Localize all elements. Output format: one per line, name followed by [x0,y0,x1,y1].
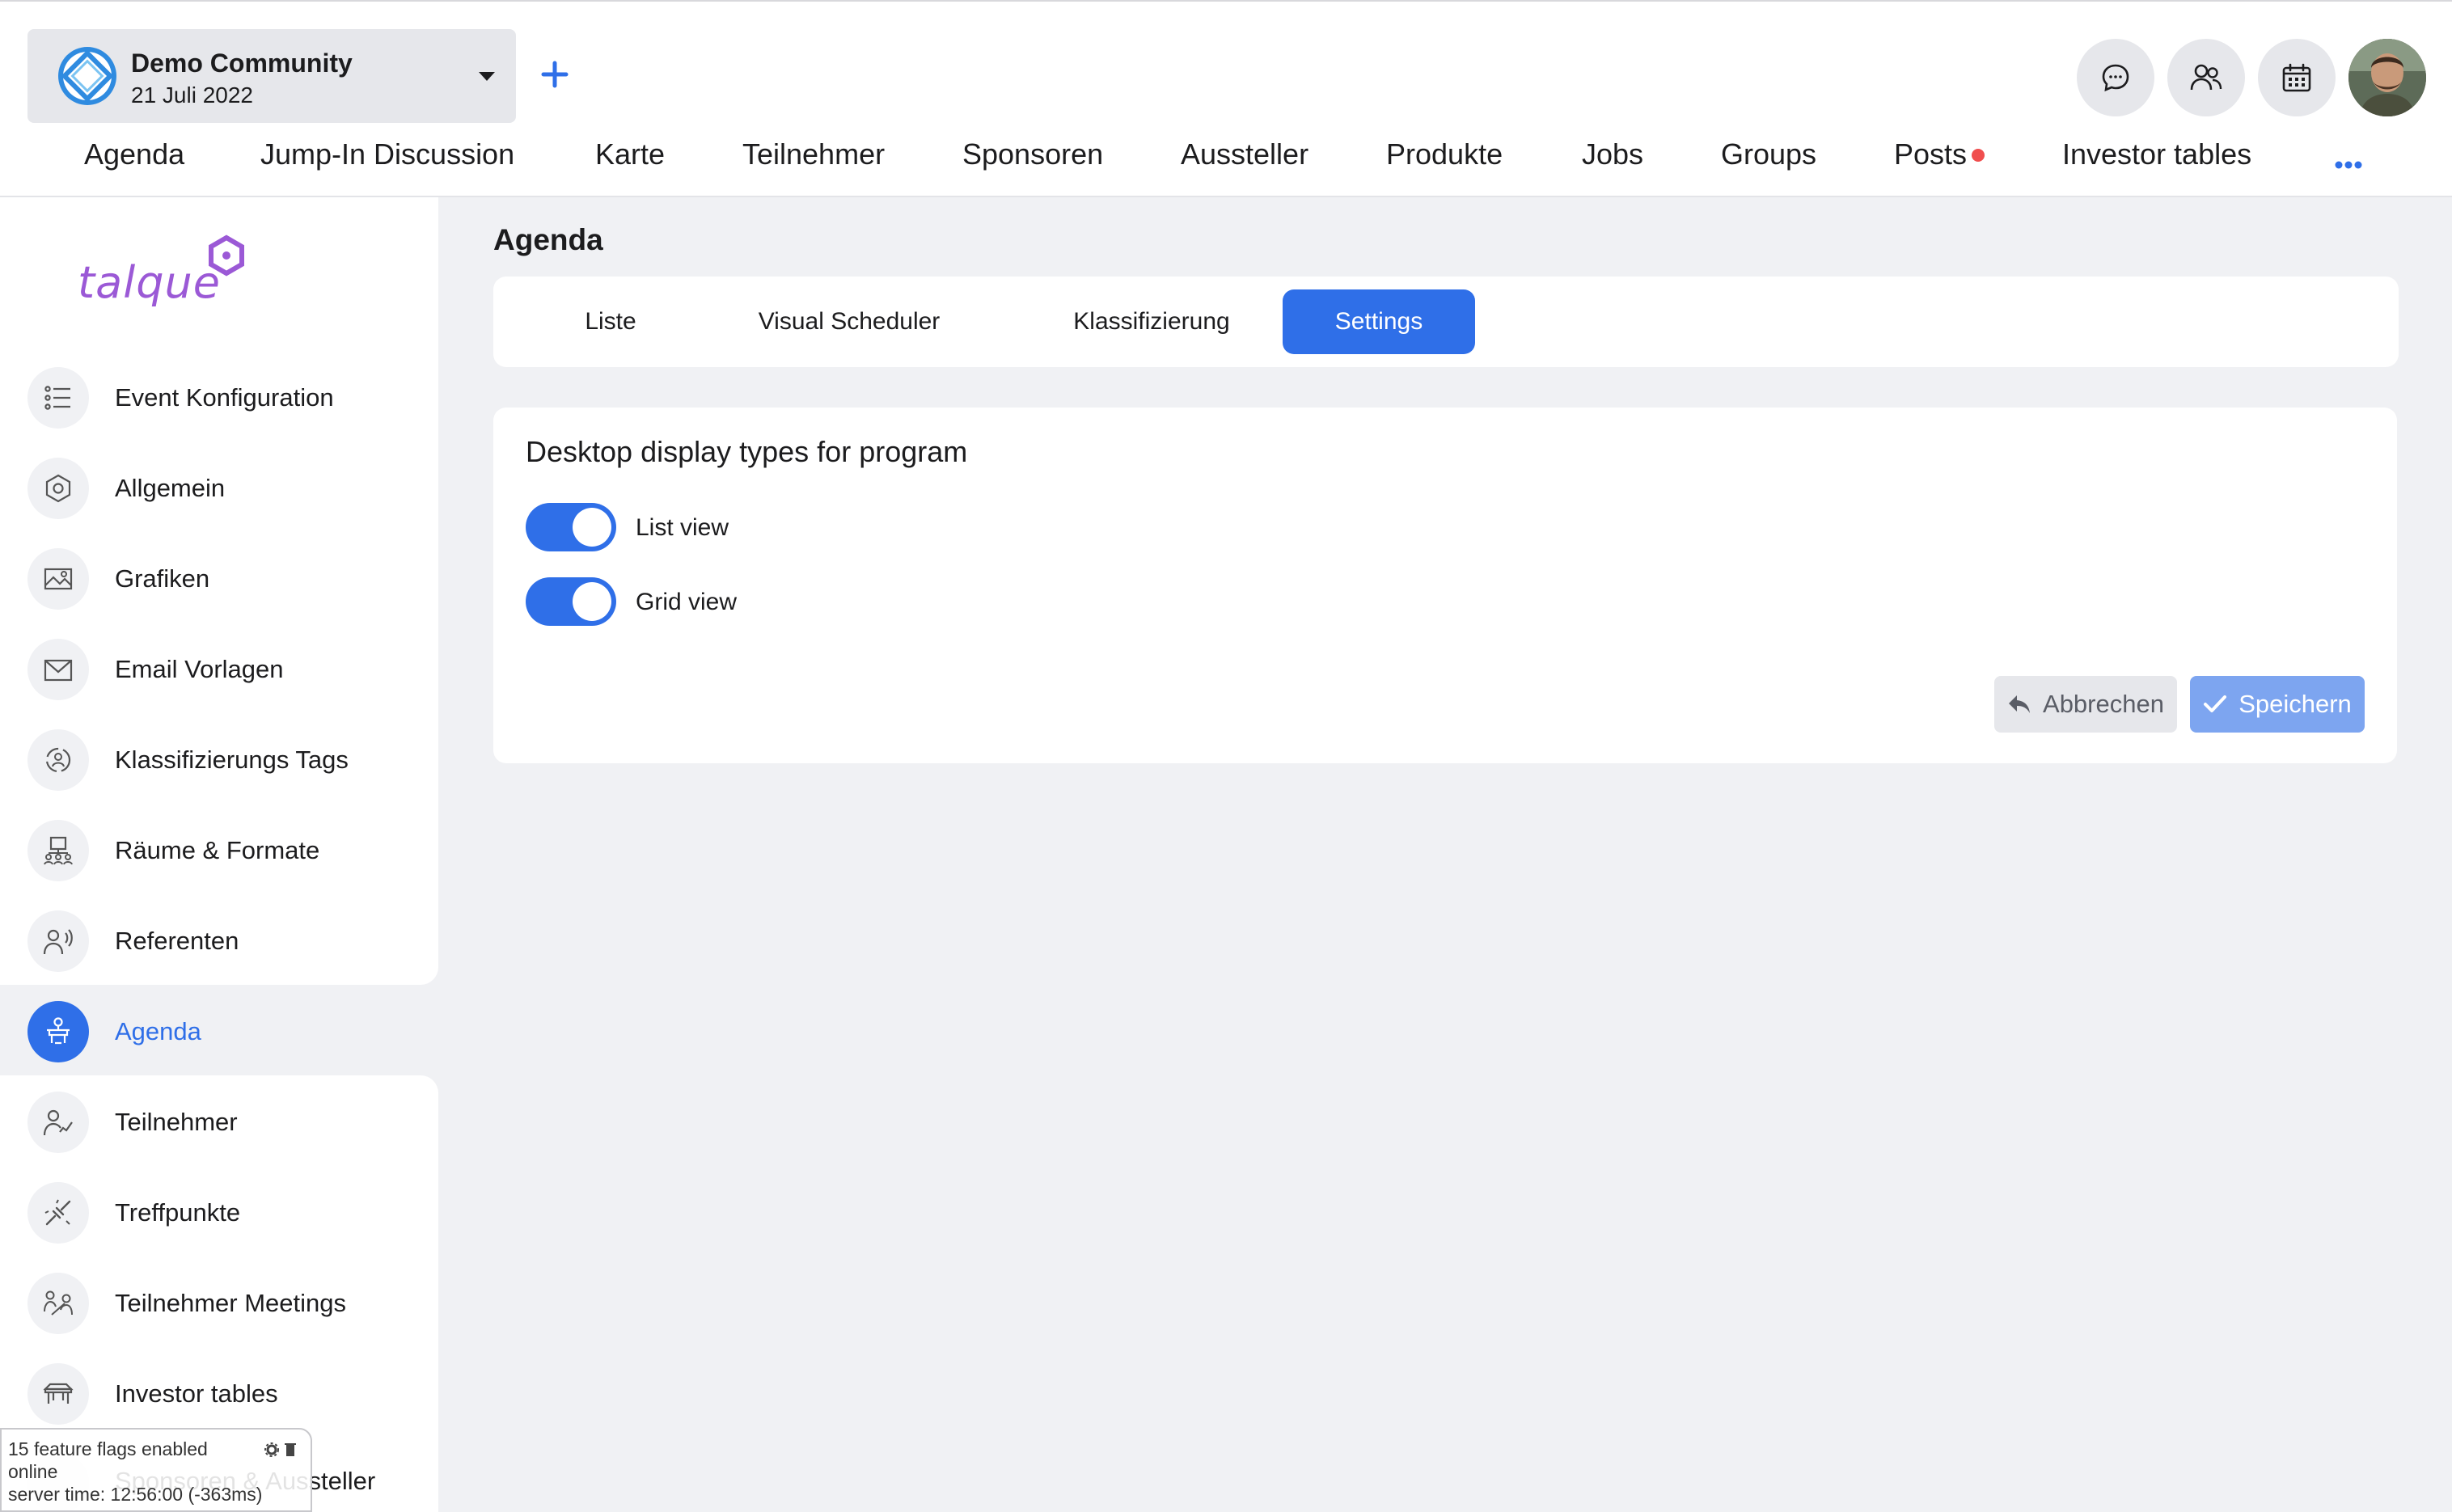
sidebar-item-label: Räume & Formate [115,836,320,864]
nav-item-jump-in[interactable]: Jump-In Discussion [260,137,514,171]
community-selector[interactable]: Demo Community 21 Juli 2022 [27,29,516,123]
sidebar-item-agenda[interactable]: Agenda [27,999,432,1064]
tab-settings[interactable]: Settings [1283,289,1475,354]
toggle-knob [573,508,611,547]
people-icon [2190,64,2222,91]
save-button[interactable]: Speichern [2190,676,2365,733]
sidebar-item-label: Referenten [115,927,239,955]
server-time: server time: 12:56:00 (-363ms) [8,1484,263,1505]
sidebar-item-label: Treffpunkte [115,1198,241,1227]
sidebar-item-raeume-formate[interactable]: Räume & Formate [27,818,432,883]
grid-view-label: Grid view [636,589,738,615]
tab-liste[interactable]: Liste [534,289,687,354]
sidebar-item-label: Investor tables [115,1379,278,1408]
nav-item-sponsoren[interactable]: Sponsoren [962,137,1103,171]
chat-button[interactable] [2077,39,2154,116]
sidebar-item-grafiken[interactable]: Grafiken [27,547,432,611]
sidebar-item-teilnehmer-meetings[interactable]: Teilnehmer Meetings [27,1271,432,1336]
nav-item-investor-tables[interactable]: Investor tables [2062,137,2251,171]
sidebar-item-label: Teilnehmer Meetings [115,1289,347,1317]
calendar-button[interactable] [2258,39,2336,116]
grid-view-toggle[interactable] [526,577,616,626]
rooms-icon [44,836,73,865]
feature-flags-text: 15 feature flags enabled [8,1438,208,1459]
sidebar-item-email-vorlagen[interactable]: Email Vorlagen [27,637,432,702]
chevron-down-icon[interactable] [474,63,500,89]
tab-visual-scheduler[interactable]: Visual Scheduler [728,289,970,354]
community-name: Demo Community [131,49,353,78]
sidebar-item-referenten[interactable]: Referenten [27,909,432,974]
sidebar-item-teilnehmer[interactable]: Teilnehmer [27,1090,432,1155]
check-icon [2204,695,2227,712]
page-title: Agenda [493,223,603,256]
more-icon[interactable] [2334,160,2363,170]
connection-status: online [8,1461,58,1482]
toggle-knob [573,582,611,621]
feature-flags-overlay[interactable]: 15 feature flags enabled online server t… [0,1428,312,1512]
list-view-label: List view [636,514,729,541]
nav-item-agenda[interactable]: Agenda [84,137,184,171]
hexagon-settings-icon [45,474,71,503]
nav-item-groups[interactable]: Groups [1721,137,1816,171]
nav-item-produkte[interactable]: Produkte [1386,137,1503,171]
community-date: 21 Juli 2022 [131,82,254,108]
meeting-point-icon [44,1199,71,1226]
user-avatar[interactable] [2348,39,2426,116]
nav-item-teilnehmer[interactable]: Teilnehmer [742,137,885,171]
save-button-label: Speichern [2239,690,2352,718]
sidebar-item-allgemein[interactable]: Allgemein [27,456,432,521]
cancel-button[interactable]: Abbrechen [1994,676,2177,733]
tab-bar: Liste Visual Scheduler Klassifizierung S… [493,277,2399,367]
people-button[interactable] [2167,39,2245,116]
agenda-icon [47,1017,70,1045]
tab-klassifizierung[interactable]: Klassifizierung [1030,289,1273,354]
talque-logo: talque [76,230,262,310]
sidebar-item-label: Event Konfiguration [115,383,334,412]
notification-dot [1972,149,1985,162]
calendar-icon [2282,63,2311,92]
tags-icon [45,747,71,773]
sidebar-item-label: Klassifizierungs Tags [115,745,349,774]
avatar-photo-icon [2348,39,2426,116]
talque-logo-text: talque [78,257,221,308]
community-logo-icon [58,47,116,105]
nav-item-posts[interactable]: Posts [1894,137,1967,171]
table-icon [43,1383,74,1404]
sidebar-item-label: Allgemein [115,474,226,502]
sidebar-item-investor-tables[interactable]: Investor tables [27,1362,432,1426]
nav-item-jobs[interactable]: Jobs [1582,137,1643,171]
image-icon [44,568,73,590]
list-view-toggle[interactable] [526,503,616,551]
sidebar-item-label: Grafiken [115,564,210,593]
gear-trash-icon[interactable] [264,1441,299,1459]
cancel-button-label: Abbrechen [2043,690,2164,718]
nav-item-aussteller[interactable]: Aussteller [1181,137,1308,171]
plus-icon[interactable] [539,58,571,91]
mail-icon [44,659,73,682]
sidebar-item-klassifizierungs-tags[interactable]: Klassifizierungs Tags [27,728,432,792]
sidebar-item-treffpunkte[interactable]: Treffpunkte [27,1180,432,1245]
list-icon [44,386,70,410]
sidebar-item-label: Agenda [115,1017,201,1045]
participant-icon [43,1109,73,1136]
card-title: Desktop display types for program [526,435,968,468]
sidebar-item-label: Teilnehmer [115,1108,238,1136]
reply-arrow-icon [2009,695,2031,713]
top-bar: Demo Community 21 Juli 2022 Agenda Jump-… [0,0,2452,197]
settings-card: Desktop display types for program List v… [493,408,2397,763]
meetings-icon [44,1290,73,1316]
speaker-icon [43,929,73,955]
sidebar-item-event-konfiguration[interactable]: Event Konfiguration [27,365,432,430]
chat-icon [2102,64,2129,92]
sidebar-item-label: Email Vorlagen [115,655,284,683]
nav-item-karte[interactable]: Karte [595,137,665,171]
